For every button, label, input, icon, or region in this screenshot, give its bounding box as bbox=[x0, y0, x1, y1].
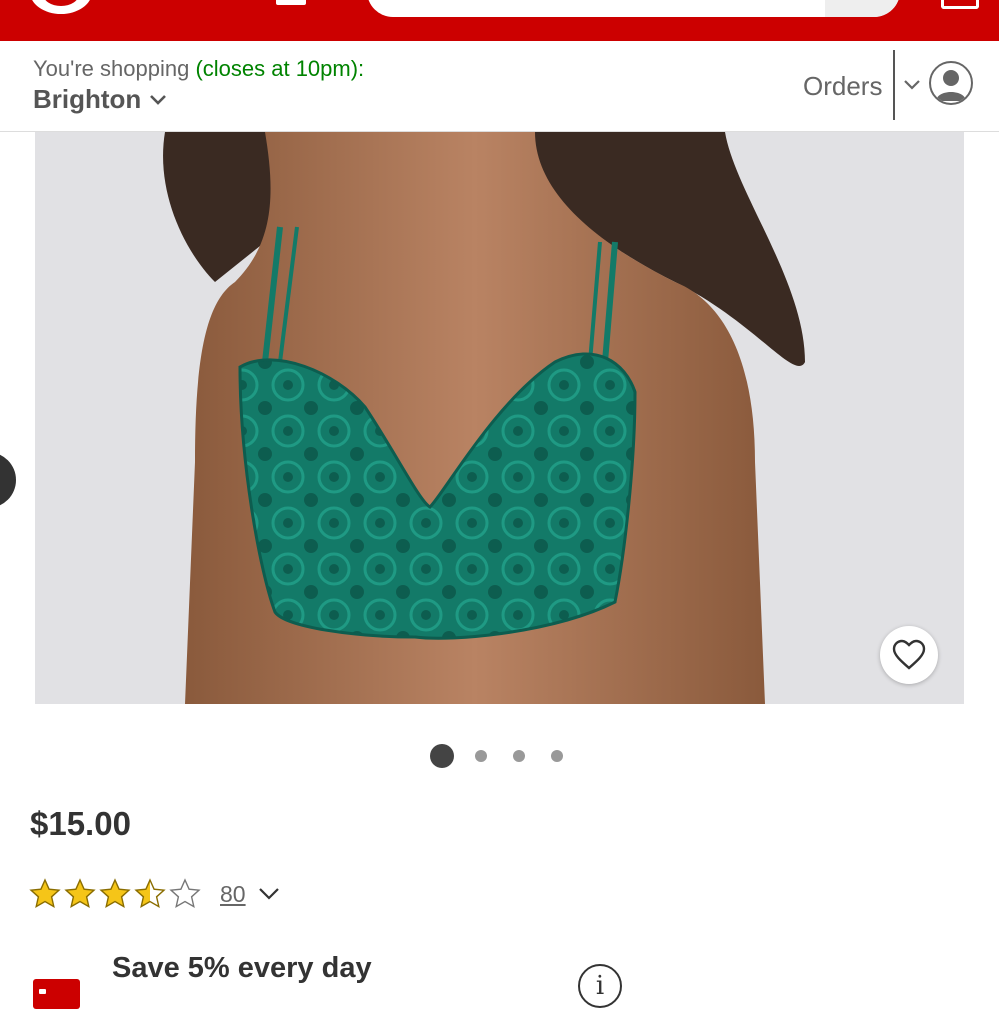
store-selector[interactable]: Brighton bbox=[33, 84, 167, 115]
savings-title: Save 5% every day bbox=[112, 952, 372, 984]
store-bar: You're shopping (closes at 10pm): Bright… bbox=[0, 41, 999, 132]
cart-icon[interactable] bbox=[941, 0, 979, 9]
store-icon[interactable] bbox=[276, 0, 306, 5]
carousel-dot[interactable] bbox=[551, 750, 563, 762]
top-header bbox=[0, 0, 999, 41]
store-name: Brighton bbox=[33, 84, 142, 114]
carousel-dot[interactable] bbox=[513, 750, 525, 762]
chevron-down-icon[interactable] bbox=[258, 887, 280, 901]
side-panel-toggle[interactable] bbox=[0, 452, 16, 508]
star-full-icon bbox=[99, 878, 131, 909]
chevron-down-icon bbox=[150, 94, 167, 105]
star-empty-icon bbox=[169, 878, 201, 909]
rating-row[interactable]: 80 bbox=[29, 876, 280, 912]
product-price: $15.00 bbox=[30, 805, 131, 842]
account-avatar-icon[interactable] bbox=[929, 61, 973, 105]
star-full-icon bbox=[64, 878, 96, 909]
target-logo-icon[interactable] bbox=[30, 0, 92, 14]
search-input[interactable] bbox=[367, 0, 900, 17]
carousel-dot-active[interactable] bbox=[430, 744, 454, 768]
store-hours: (closes at 10pm): bbox=[195, 56, 365, 81]
redcard-icon bbox=[33, 979, 80, 1009]
carousel-dot[interactable] bbox=[475, 750, 487, 762]
product-photo bbox=[35, 132, 964, 704]
orders-link[interactable]: Orders bbox=[803, 71, 882, 102]
product-image[interactable] bbox=[35, 132, 964, 704]
store-hours-line: You're shopping (closes at 10pm): bbox=[33, 56, 364, 82]
search-icon[interactable] bbox=[825, 0, 900, 17]
review-count-link[interactable]: 80 bbox=[220, 881, 246, 908]
star-full-icon bbox=[29, 878, 61, 909]
info-icon[interactable]: i bbox=[578, 964, 622, 1008]
header-divider bbox=[893, 50, 895, 120]
favorite-button[interactable] bbox=[880, 626, 938, 684]
star-rating bbox=[29, 878, 204, 910]
star-half-icon bbox=[134, 878, 166, 909]
shopping-prefix: You're shopping bbox=[33, 56, 190, 81]
heart-icon bbox=[892, 639, 926, 670]
account-chevron-icon[interactable] bbox=[903, 79, 921, 91]
